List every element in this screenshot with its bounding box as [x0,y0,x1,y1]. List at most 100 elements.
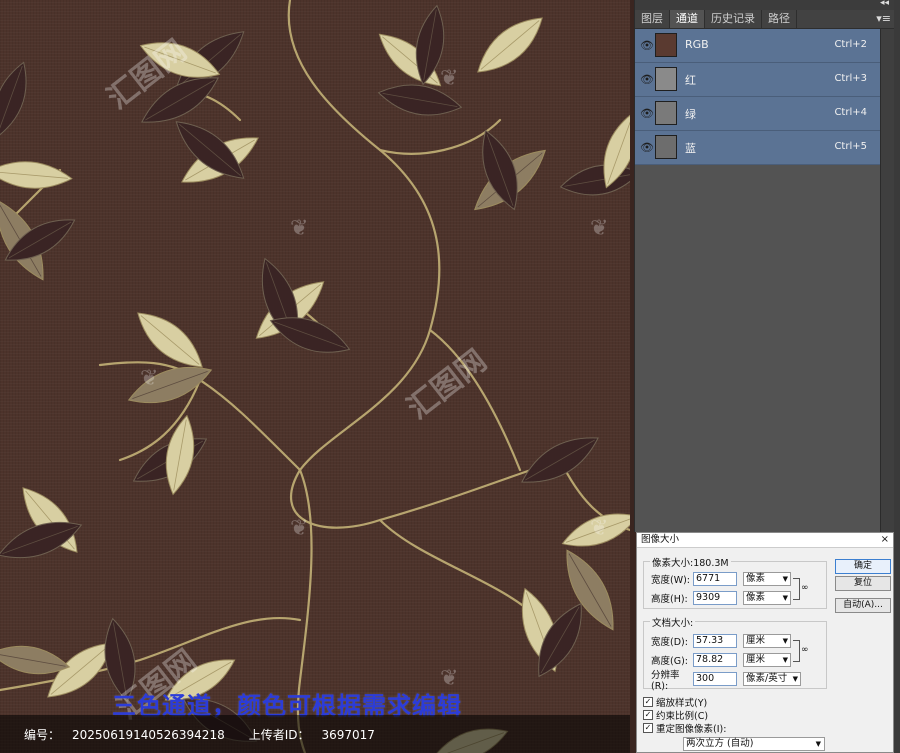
scale-styles-label: 缩放样式(Y) [656,698,708,709]
channel-row-blue[interactable]: 👁 蓝 Ctrl+5 [635,131,881,165]
pixel-width-row: 宽度(W): 6771 像素 ▼ [651,572,791,586]
channel-thumbnail [655,135,677,159]
eye-icon[interactable]: 👁 [640,141,654,154]
tab-channels[interactable]: 通道 [670,10,705,28]
channel-thumbnail [655,33,677,57]
eye-icon[interactable]: 👁 [640,107,654,120]
channel-shortcut: Ctrl+5 [834,141,867,152]
pixel-height-input[interactable]: 9309 [693,591,737,605]
channel-shortcut: Ctrl+2 [834,39,867,50]
leaf [0,61,27,139]
doc-width-label: 宽度(D): [651,637,688,648]
leaf [561,513,630,547]
channel-row-green[interactable]: 👁 绿 Ctrl+4 [635,97,881,131]
channel-shortcut: Ctrl+4 [834,107,867,118]
unit-text: 厘米 [746,654,766,665]
resolution-unit-select[interactable]: 像素/英寸 ▼ [743,672,801,686]
resolution-input[interactable]: 300 [693,672,737,686]
pixel-link-bracket [793,578,800,600]
resample-value: 两次立方 (自动) [686,738,754,749]
panel-menu-icon[interactable]: ▾≡ [876,12,891,25]
pixel-width-unit-select[interactable]: 像素 ▼ [743,572,791,586]
doc-height-label: 高度(G): [651,656,688,667]
channel-name: RGB [685,38,709,51]
doc-width-unit-select[interactable]: 厘米 ▼ [743,634,791,648]
checkbox-checked-icon[interactable]: ✓ [643,697,653,707]
chevron-down-icon: ▼ [782,575,788,583]
double-chevron-icon[interactable]: ◂◂ [880,0,889,8]
chevron-down-icon: ▼ [815,740,821,748]
channel-name: 蓝 [685,142,696,155]
tab-layers[interactable]: 图层 [635,10,670,28]
floral-vine-pattern [0,0,630,753]
resolution-row: 分辨率(R): 300 像素/英寸 ▼ [651,670,801,692]
chevron-down-icon: ▼ [782,637,788,645]
unit-text: 像素 [746,592,766,603]
panel-tabs: 图层 通道 历史记录 路径 ▾≡ [635,10,895,29]
right-edge-strip [894,0,900,753]
pixel-width-input[interactable]: 6771 [693,572,737,586]
chevron-down-icon: ▼ [782,656,788,664]
uploader-label: 上传者ID： [248,727,310,742]
scale-styles-checkbox[interactable]: ✓ 缩放样式(Y) [643,695,707,709]
reset-button[interactable]: 复位 [835,576,891,591]
chain-link-icon: ∞ [801,645,809,655]
pixel-height-unit-select[interactable]: 像素 ▼ [743,591,791,605]
document-size-label: 文档大小: [650,615,696,629]
doc-width-row: 宽度(D): 57.33 厘米 ▼ [651,634,791,648]
unit-text: 像素 [746,573,766,584]
checkbox-checked-icon[interactable]: ✓ [643,710,653,720]
tab-paths[interactable]: 路径 [762,10,797,28]
vine-stem [378,518,542,622]
doc-height-unit-select[interactable]: 厘米 ▼ [743,653,791,667]
channel-row-rgb[interactable]: 👁 RGB Ctrl+2 [635,29,881,63]
eye-icon[interactable]: 👁 [640,73,654,86]
chain-link-icon: ∞ [801,583,809,593]
doc-link-bracket [793,640,800,662]
pixel-height-label: 高度(H): [651,594,688,605]
close-icon[interactable]: × [881,533,889,547]
ok-button[interactable]: 确定 [835,559,891,574]
panel-scrollbar[interactable] [880,29,895,532]
leaf [0,161,73,189]
leaf [377,84,463,116]
eye-icon[interactable]: 👁 [640,39,654,52]
leaf [477,17,543,73]
doc-height-input[interactable]: 78.82 [693,653,737,667]
channel-name: 红 [685,74,696,87]
leaf [521,437,599,483]
channel-thumbnail [655,101,677,125]
auto-button[interactable]: 自动(A)... [835,598,891,613]
resample-checkbox[interactable]: ✓ 重定图像像素(I): [643,721,726,735]
unit-text: 厘米 [746,635,766,646]
info-bar: 编号： 20250619140526394218 上传者ID： 3697017 [0,715,630,753]
channel-row-red[interactable]: 👁 红 Ctrl+3 [635,63,881,97]
checkbox-checked-icon[interactable]: ✓ [643,723,653,733]
leaf [127,366,213,404]
channel-shortcut: Ctrl+3 [834,73,867,84]
resolution-label: 分辨率(R): [651,669,680,692]
vine-stem [428,328,522,472]
channel-thumbnail [655,67,677,91]
image-size-dialog: 图像大小 × 像素大小:180.3M 宽度(W): 6771 像素 ▼ 高度(H)… [636,532,894,753]
constrain-proportions-checkbox[interactable]: ✓ 约束比例(C) [643,708,708,722]
id-label-text: 编号： [24,727,61,742]
chevron-down-icon: ▼ [782,594,788,602]
fabric-pattern-image: 汇图网 汇图网 汇图网 ❦ ❦ ❦ ❦ ❦ ❦ ❦ 三色通道，颜色可根据需求编辑… [0,0,630,753]
id-value: 20250619140526394218 [72,727,225,742]
dialog-title-bar: 图像大小 × [637,533,893,548]
uploader: 上传者ID： 3697017 [249,726,387,743]
resample-label: 重定图像像素(I): [656,724,727,735]
chevron-down-icon: ▼ [792,675,798,683]
unit-text: 像素/英寸 [746,673,788,684]
id-label: 编号： 20250619140526394218 [24,726,237,743]
resample-method-select[interactable]: 两次立方 (自动) ▼ [683,737,825,751]
uploader-value: 3697017 [321,727,375,742]
doc-height-row: 高度(G): 78.82 厘米 ▼ [651,653,791,667]
constrain-label: 约束比例(C) [656,711,709,722]
panel-topbar: ◂◂ [635,0,895,10]
tab-history[interactable]: 历史记录 [705,10,762,28]
pixel-width-label: 宽度(W): [651,575,691,586]
channel-name: 绿 [685,108,696,121]
doc-width-input[interactable]: 57.33 [693,634,737,648]
